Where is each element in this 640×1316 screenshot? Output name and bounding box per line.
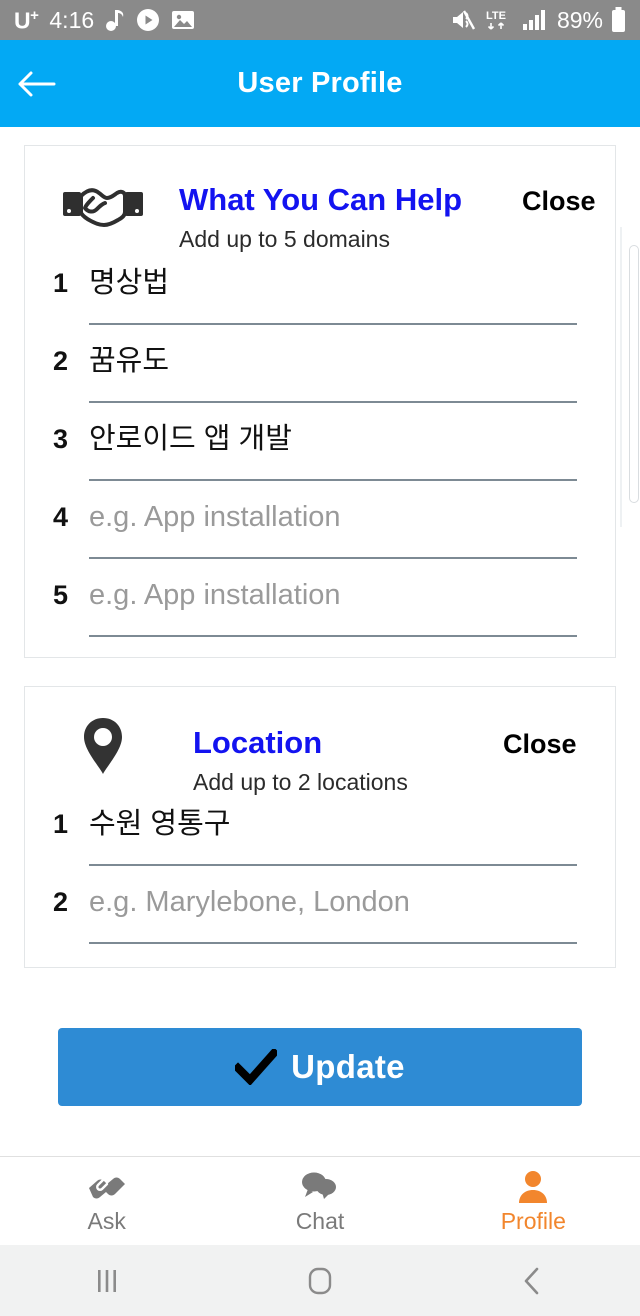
nav-label-chat: Chat (295, 1208, 345, 1234)
person-icon (517, 1169, 549, 1205)
card-title-location: Location (193, 725, 323, 760)
row-number: 2 (53, 887, 69, 917)
location-input-1[interactable]: 수원 영통구 (89, 800, 577, 874)
recents-button[interactable] (0, 1245, 213, 1316)
home-icon (308, 1267, 332, 1294)
mute-vibrate-icon (451, 8, 477, 32)
signal-bars-icon (522, 9, 549, 31)
domain-input-value-2: 꿈유도 (89, 345, 170, 377)
domain-row-4: 4 e.g. App installation (25, 493, 615, 571)
map-pin-icon (61, 717, 145, 777)
card-subtitle-domains: Add up to 5 domains (179, 226, 390, 252)
card-location: Location Close Add up to 2 locations 1 수… (24, 686, 616, 968)
location-input-placeholder-2: e.g. Marylebone, London (89, 886, 410, 918)
row-number: 5 (53, 580, 69, 610)
scrollbar-thumb[interactable] (629, 245, 639, 503)
location-row-2: 2 e.g. Marylebone, London (25, 878, 615, 956)
input-underline (89, 557, 577, 559)
input-underline (89, 942, 577, 944)
domain-row-3: 3 안로이드 앱 개발 (25, 415, 615, 493)
row-number: 1 (53, 809, 69, 839)
nav-item-chat[interactable]: Chat (213, 1157, 426, 1245)
location-row-1: 1 수원 영통구 (25, 800, 615, 878)
scroll-track (620, 227, 622, 527)
input-underline (89, 635, 577, 637)
handshake-icon (85, 1169, 129, 1205)
android-navigation-bar (0, 1245, 640, 1316)
carrier-label: U+ (14, 6, 39, 34)
domain-rows: 1 명상법 2 꿈유도 3 안로이드 앱 개발 4 e.g. App insta… (25, 259, 615, 649)
row-number: 4 (53, 502, 69, 532)
svg-text:LTE: LTE (486, 10, 506, 22)
play-circle-icon (136, 8, 160, 32)
status-clock: 4:16 (49, 6, 95, 33)
update-button[interactable]: Update (58, 1028, 582, 1106)
domain-input-5[interactable]: e.g. App installation (89, 571, 577, 645)
content-area: What You Can Help Close Add up to 5 doma… (0, 127, 640, 1156)
home-button[interactable] (213, 1245, 426, 1316)
row-number: 1 (53, 268, 69, 298)
card-header: What You Can Help Close Add up to 5 doma… (25, 146, 615, 261)
domain-input-value-1: 명상법 (89, 267, 170, 299)
lte-data-icon: LTE (485, 7, 515, 33)
card-subtitle-location: Add up to 2 locations (193, 769, 408, 795)
row-number: 2 (53, 346, 69, 376)
domain-row-5: 5 e.g. App installation (25, 571, 615, 649)
domain-input-placeholder-4: e.g. App installation (89, 501, 341, 533)
back-button-system[interactable] (427, 1245, 640, 1316)
close-button-domains[interactable]: Close (522, 186, 596, 217)
input-underline (89, 864, 577, 866)
recents-icon (97, 1269, 116, 1292)
row-number: 3 (53, 424, 69, 454)
domain-row-1: 1 명상법 (25, 259, 615, 337)
battery-icon (611, 7, 626, 33)
card-what-you-can-help: What You Can Help Close Add up to 5 doma… (24, 145, 616, 658)
nav-label-profile: Profile (500, 1208, 566, 1234)
chat-bubbles-icon (300, 1169, 340, 1205)
back-icon (525, 1267, 539, 1294)
image-icon (171, 9, 195, 31)
music-note-icon (105, 8, 125, 32)
location-rows: 1 수원 영통구 2 e.g. Marylebone, London (25, 800, 615, 956)
domain-row-2: 2 꿈유도 (25, 337, 615, 415)
input-underline (89, 401, 577, 403)
card-header: Location Close Add up to 2 locations (25, 687, 615, 802)
battery-percent-label: 89% (556, 6, 603, 33)
card-title-domains: What You Can Help (179, 182, 463, 217)
status-bar: U+ 4:16 LTE 89% (0, 0, 640, 40)
close-button-location[interactable]: Close (503, 729, 577, 760)
handshake-icon (61, 176, 145, 236)
nav-item-ask[interactable]: Ask (0, 1157, 213, 1245)
domain-input-2[interactable]: 꿈유도 (89, 337, 577, 411)
nav-item-profile[interactable]: Profile (427, 1157, 640, 1245)
domain-input-placeholder-5: e.g. App installation (89, 579, 341, 611)
input-underline (89, 479, 577, 481)
domain-input-3[interactable]: 안로이드 앱 개발 (89, 415, 577, 489)
status-bar-right: LTE 89% (451, 7, 626, 33)
domain-input-value-3: 안로이드 앱 개발 (89, 423, 292, 455)
check-icon (235, 1049, 278, 1085)
domain-input-4[interactable]: e.g. App installation (89, 493, 577, 567)
domain-input-1[interactable]: 명상법 (89, 259, 577, 333)
location-input-2[interactable]: e.g. Marylebone, London (89, 878, 577, 952)
bottom-navigation: Ask Chat Profile (0, 1156, 640, 1245)
input-underline (89, 323, 577, 325)
status-bar-left: U+ 4:16 (14, 8, 195, 33)
page-title: User Profile (237, 67, 403, 99)
location-input-value-1: 수원 영통구 (89, 808, 231, 840)
app-bar: User Profile (0, 40, 640, 127)
phone-screen: U+ 4:16 LTE 89% User Profile What You Ca… (0, 0, 640, 1316)
update-button-label: Update (291, 1048, 405, 1085)
nav-label-ask: Ask (87, 1208, 126, 1234)
